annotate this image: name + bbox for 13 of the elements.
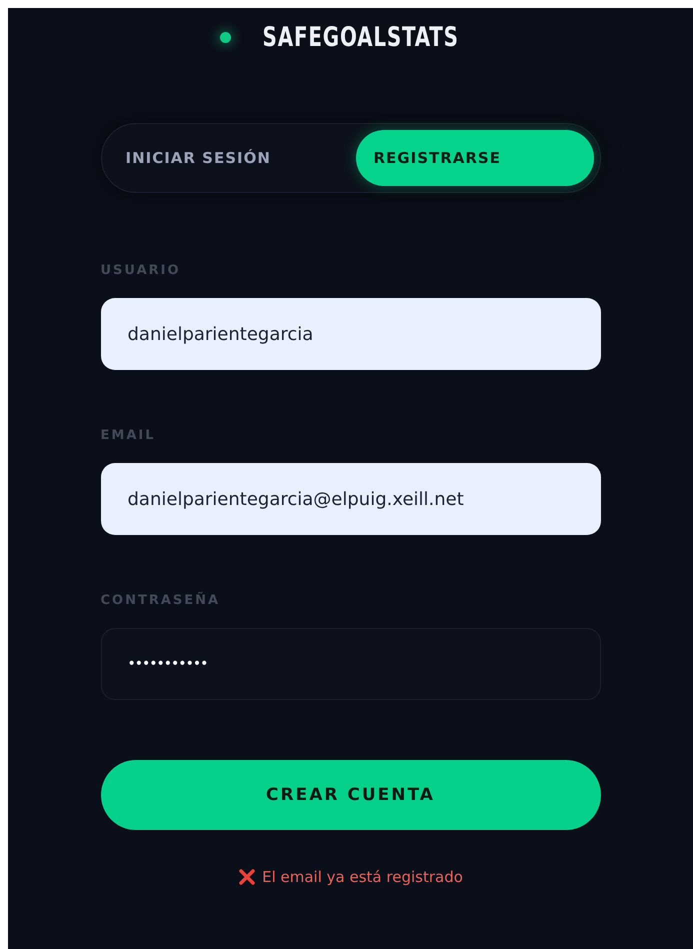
logo-dot-icon bbox=[220, 32, 232, 43]
create-account-button[interactable]: CREAR CUENTA bbox=[100, 760, 600, 830]
error-message: El email ya está registrado bbox=[262, 868, 463, 886]
input-field[interactable]: ••••••••••• bbox=[100, 628, 600, 700]
field-label: USUARIO bbox=[100, 263, 182, 278]
tab[interactable]: REGISTRARSE bbox=[356, 130, 594, 186]
brand-name: SAFEGOALSTATS bbox=[262, 22, 460, 53]
cross-icon bbox=[238, 868, 256, 886]
tab[interactable]: INICIAR SESIÓN bbox=[108, 130, 346, 186]
field-label: CONTRASEÑA bbox=[100, 593, 222, 608]
field-label: EMAIL bbox=[100, 428, 156, 443]
input-field[interactable]: danielparientegarcia bbox=[100, 298, 600, 370]
input-field[interactable]: danielparientegarcia@elpuig.xeill.net bbox=[100, 463, 600, 535]
